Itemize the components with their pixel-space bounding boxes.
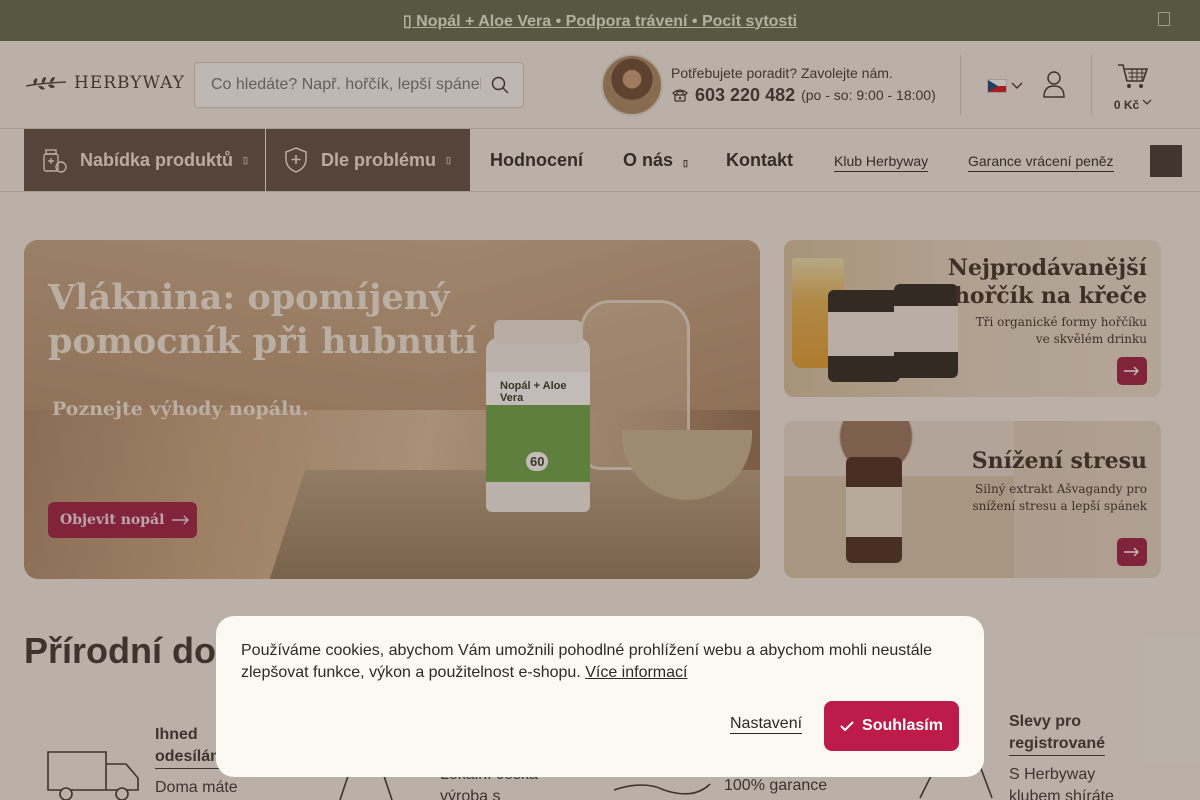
- cookie-message-block: Používáme cookies, abychom Vám umožnili …: [241, 640, 961, 684]
- cookie-more-info-link[interactable]: Více informací: [585, 664, 687, 681]
- cookie-dialog: Používáme cookies, abychom Vám umožnili …: [216, 616, 984, 777]
- cookie-agree-button[interactable]: Souhlasím: [824, 701, 959, 751]
- cookie-settings-button[interactable]: Nastavení: [730, 715, 803, 734]
- cookie-agree-label: Souhlasím: [862, 717, 943, 734]
- checkmark-icon: [840, 721, 854, 732]
